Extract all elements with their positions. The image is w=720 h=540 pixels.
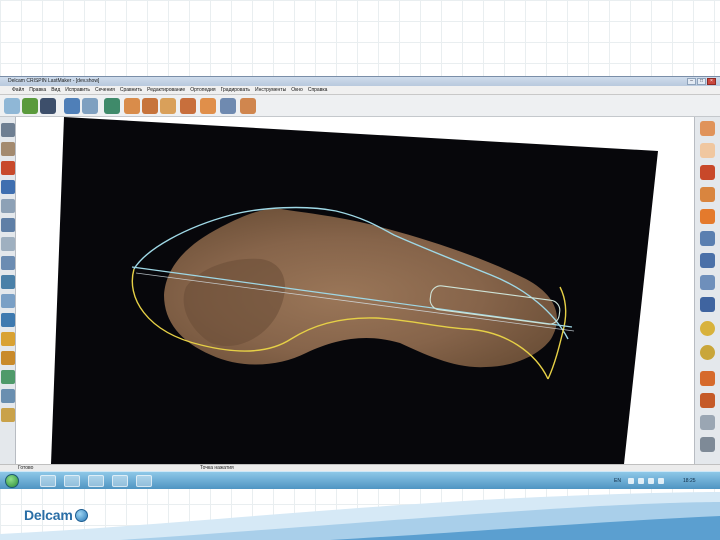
toolbar (0, 95, 720, 117)
new-file-icon[interactable] (4, 98, 20, 114)
rotate-icon[interactable] (1, 218, 15, 232)
taskbar-app-browser[interactable] (64, 475, 80, 487)
align-icon[interactable] (1, 199, 15, 213)
last-bottom-icon[interactable] (1, 180, 15, 194)
taskbar-app-media[interactable] (88, 475, 104, 487)
menu-tools[interactable]: Инструменты (255, 86, 286, 95)
heel-icon[interactable] (160, 98, 176, 114)
insole-view-icon[interactable] (700, 121, 715, 136)
logo-text: Delcam (24, 507, 73, 523)
app-window: Delcam CRISPIN LastMaker - [dev.show] – … (0, 76, 720, 489)
tray-flag-icon[interactable] (628, 478, 634, 484)
pad-icon[interactable] (1, 408, 15, 422)
zoom-out-icon[interactable] (700, 253, 715, 268)
shoe-profile-icon[interactable] (1, 142, 15, 156)
menu-sections[interactable]: Сечения (95, 86, 115, 95)
menu-editing[interactable]: Редактирование (147, 86, 185, 95)
start-button[interactable] (5, 474, 19, 488)
grid-icon[interactable] (1, 275, 15, 289)
tray-power-icon[interactable] (658, 478, 664, 484)
taskbar-app-folder[interactable] (112, 475, 128, 487)
pan-icon[interactable] (700, 297, 715, 312)
open-folder-icon[interactable] (22, 98, 38, 114)
orange-shoe-icon[interactable] (700, 209, 715, 224)
close-button[interactable]: × (707, 78, 716, 85)
redo-icon[interactable] (82, 98, 98, 114)
menu-bar: Файл Правка Вид Исправить Сечения Сравни… (0, 86, 720, 95)
taskbar-app-explorer[interactable] (40, 475, 56, 487)
globe-icon (74, 508, 88, 522)
menu-help[interactable]: Справка (308, 86, 328, 95)
sphere-icon[interactable] (700, 321, 715, 336)
zoom-fit-icon[interactable] (700, 275, 715, 290)
orange-sole-icon[interactable] (700, 371, 715, 386)
right-tool-panel (694, 117, 720, 464)
orange-cone-icon[interactable] (700, 165, 715, 180)
presentation-slide: Delcam CRISPIN LastMaker - [dev.show] – … (0, 0, 720, 540)
menu-grading[interactable]: Градировать (221, 86, 250, 95)
last-view-icon[interactable] (104, 98, 120, 114)
3d-viewport[interactable] (16, 117, 694, 464)
footer-swoosh (0, 492, 720, 540)
sole-icon[interactable] (142, 98, 158, 114)
insole-tool-icon[interactable] (1, 332, 15, 346)
point-icon[interactable] (1, 256, 15, 270)
globe-icon[interactable] (700, 345, 715, 360)
minimize-button[interactable]: – (687, 78, 696, 85)
orange-heel-icon[interactable] (700, 393, 715, 408)
taskbar-app-lastmaker[interactable] (136, 475, 152, 487)
toe-view-icon[interactable] (700, 143, 715, 158)
menu-orthopedics[interactable]: Ортопедия (190, 86, 215, 95)
scan-scene (51, 117, 658, 464)
menu-compare[interactable]: Сравнить (120, 86, 142, 95)
menu-fix[interactable]: Исправить (65, 86, 90, 95)
tray-volume-icon[interactable] (648, 478, 654, 484)
menu-edit[interactable]: Правка (29, 86, 46, 95)
menu-file[interactable]: Файл (12, 86, 24, 95)
edit-tool-icon[interactable] (1, 370, 15, 384)
heel-height-icon[interactable] (1, 161, 15, 175)
delcam-logo: Delcam (24, 506, 88, 524)
menu-view[interactable]: Вид (51, 86, 60, 95)
undo-icon[interactable] (64, 98, 80, 114)
measure-icon[interactable] (1, 237, 15, 251)
shoe-fit-icon[interactable] (240, 98, 256, 114)
foot-view-icon[interactable] (700, 187, 715, 202)
left-tool-panel (0, 117, 16, 464)
hatch-icon[interactable] (700, 415, 715, 430)
render-icon[interactable] (700, 437, 715, 452)
footer-band (0, 488, 720, 540)
cut-icon[interactable] (1, 294, 15, 308)
section-icon[interactable] (1, 123, 15, 137)
layer-icon[interactable] (1, 351, 15, 365)
save-icon[interactable] (40, 98, 56, 114)
insole-icon[interactable] (124, 98, 140, 114)
shoe-grade-icon[interactable] (220, 98, 236, 114)
maximize-button[interactable]: □ (697, 78, 706, 85)
shoe-cut-icon[interactable] (200, 98, 216, 114)
shoe-icon[interactable] (180, 98, 196, 114)
tray-network-icon[interactable] (638, 478, 644, 484)
marker-icon[interactable] (1, 313, 15, 327)
taskbar: EN 18:25 (0, 471, 720, 489)
window-controls: – □ × (687, 78, 716, 85)
zoom-in-icon[interactable] (700, 231, 715, 246)
menu-window[interactable]: Окно (291, 86, 303, 95)
shoe-tool-icon[interactable] (1, 389, 15, 403)
status-bar: Готово Точка нажатия (0, 464, 720, 471)
